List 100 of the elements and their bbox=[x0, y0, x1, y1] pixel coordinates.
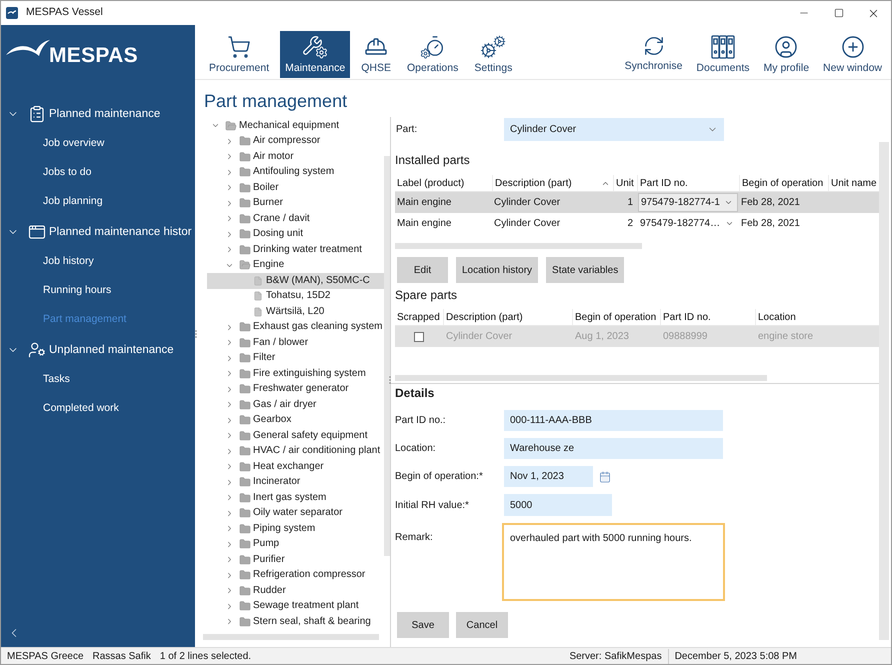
part-dropdown[interactable]: Cylinder Cover bbox=[504, 118, 724, 141]
section-header[interactable]: Unplanned maintenance bbox=[1, 340, 174, 360]
toolbar-button[interactable]: Synchronise bbox=[622, 31, 686, 78]
toolbar-button[interactable]: Settings bbox=[469, 31, 518, 78]
input-field[interactable]: Warehouse ze bbox=[504, 438, 723, 459]
tree-item[interactable]: Engine bbox=[207, 258, 288, 273]
tree-item[interactable]: Gearbox bbox=[207, 412, 296, 428]
chevron-right-icon[interactable] bbox=[225, 245, 234, 254]
action-button[interactable]: State variables bbox=[546, 257, 624, 283]
tree-item[interactable]: Sewage treatment plant bbox=[207, 598, 363, 614]
tree-item[interactable]: Piping system bbox=[207, 521, 320, 536]
column-header[interactable]: Begin of operation bbox=[739, 175, 828, 191]
toolbar-button[interactable]: New window bbox=[820, 31, 885, 78]
action-button[interactable]: Cancel bbox=[456, 612, 508, 638]
column-header[interactable]: Label (product) bbox=[395, 175, 492, 191]
tree-item[interactable]: Pump bbox=[207, 536, 284, 552]
column-header[interactable]: Description (part) bbox=[443, 309, 572, 325]
chevron-right-icon[interactable] bbox=[225, 570, 234, 580]
chevron-right-icon[interactable] bbox=[225, 168, 234, 177]
vertical-scrollbar[interactable] bbox=[384, 156, 390, 556]
tree-item[interactable]: Drinking water treatment bbox=[207, 242, 366, 258]
remark-field[interactable]: overhauled part with 5000 running hours. bbox=[502, 523, 725, 601]
toolbar-button[interactable]: Procurement bbox=[204, 31, 274, 78]
chevron-right-icon[interactable] bbox=[225, 152, 234, 162]
toolbar-button[interactable]: Documents bbox=[693, 31, 753, 78]
section-header[interactable]: Planned maintenance bbox=[1, 104, 160, 124]
tree-item[interactable]: Incinerator bbox=[207, 474, 304, 490]
chevron-right-icon[interactable] bbox=[225, 384, 234, 394]
chevron-right-icon[interactable] bbox=[225, 338, 234, 348]
column-header[interactable]: Description (part) bbox=[492, 175, 613, 191]
column-header[interactable]: Location bbox=[755, 309, 878, 325]
chevron-right-icon[interactable] bbox=[225, 400, 234, 410]
nav-item[interactable]: Jobs to do bbox=[43, 166, 92, 179]
toolbar-button[interactable]: My profile bbox=[760, 31, 812, 78]
tree-item[interactable]: Wärtsilä, L20 bbox=[207, 304, 328, 320]
tree-item[interactable]: Air compressor bbox=[207, 134, 324, 149]
column-header[interactable]: Part ID no. bbox=[660, 309, 755, 325]
tree-item[interactable]: Fire extinguishing system bbox=[207, 366, 370, 382]
tree-item[interactable]: Tohatsu, 15D2 bbox=[207, 288, 334, 304]
tree-item[interactable]: Burner bbox=[207, 196, 288, 211]
input-field[interactable]: Nov 1, 2023 bbox=[504, 466, 593, 487]
tree-item[interactable]: Inert gas system bbox=[207, 490, 330, 506]
column-header[interactable]: Part ID no. bbox=[637, 175, 739, 191]
tree-item[interactable]: Rudder bbox=[207, 583, 290, 598]
tree-item[interactable]: Antifouling system bbox=[207, 164, 338, 180]
input-field[interactable]: 000-111-AAA-BBB bbox=[504, 410, 723, 431]
chevron-right-icon[interactable] bbox=[225, 369, 234, 378]
table-row[interactable]: Main engine Cylinder Cover 1 975479-182774-1 Feb 28, 2021 bbox=[395, 192, 879, 213]
input-field[interactable]: 5000 bbox=[504, 494, 612, 516]
chevron-right-icon[interactable] bbox=[225, 416, 234, 425]
chevron-right-icon[interactable] bbox=[225, 617, 234, 626]
tree-item[interactable]: Fan / blower bbox=[207, 335, 312, 350]
column-header[interactable]: Unit name bbox=[828, 175, 878, 191]
tree-item[interactable]: Freshwater generator bbox=[207, 382, 353, 397]
dropdown-cell[interactable]: 975479-182774… bbox=[638, 214, 738, 233]
chevron-right-icon[interactable] bbox=[225, 478, 234, 487]
column-header[interactable]: Unit bbox=[613, 175, 637, 191]
nav-item[interactable]: Completed work bbox=[43, 402, 119, 415]
tree-item[interactable]: B&W (MAN), S50MC-C bbox=[207, 273, 384, 288]
toolbar-button[interactable]: Maintenance bbox=[280, 31, 350, 78]
chevron-right-icon[interactable] bbox=[225, 431, 234, 440]
tree-item[interactable]: Stern seal, shaft & bearing bbox=[207, 614, 375, 630]
chevron-right-icon[interactable] bbox=[225, 183, 234, 192]
horizontal-scrollbar[interactable] bbox=[203, 634, 379, 640]
nav-item[interactable]: Job overview bbox=[43, 137, 104, 150]
column-header[interactable]: Begin of operation bbox=[572, 309, 660, 325]
tree-item[interactable]: Heat exchanger bbox=[207, 459, 328, 474]
tree-item[interactable]: HVAC / air conditioning plant bbox=[207, 444, 384, 459]
tree-item[interactable]: Mechanical equipment bbox=[207, 118, 344, 134]
chevron-right-icon[interactable] bbox=[225, 493, 234, 502]
tree-item[interactable]: Purifier bbox=[207, 552, 289, 568]
chevron-right-icon[interactable] bbox=[225, 602, 234, 611]
chevron-right-icon[interactable] bbox=[225, 446, 234, 456]
tree-item[interactable]: General safety equipment bbox=[207, 428, 372, 444]
tree-item[interactable]: Gas / air dryer bbox=[207, 397, 320, 412]
chevron-right-icon[interactable] bbox=[225, 555, 234, 564]
tree-item[interactable]: Refrigeration compressor bbox=[207, 568, 370, 583]
chevron-right-icon[interactable] bbox=[225, 230, 234, 239]
section-header[interactable]: Planned maintenance histor bbox=[1, 222, 192, 242]
chevron-right-icon[interactable] bbox=[225, 540, 234, 549]
action-button[interactable]: Edit bbox=[397, 257, 448, 283]
calendar-button[interactable] bbox=[599, 470, 611, 482]
chevron-right-icon[interactable] bbox=[225, 214, 234, 224]
tree-item[interactable]: Air motor bbox=[207, 149, 298, 164]
column-header[interactable]: Scrapped bbox=[395, 309, 443, 325]
toolbar-button[interactable]: QHSE bbox=[356, 31, 396, 78]
chevron-right-icon[interactable] bbox=[225, 354, 234, 363]
tree-item[interactable]: Boiler bbox=[207, 180, 283, 196]
tree-item[interactable]: Dosing unit bbox=[207, 226, 308, 242]
chevron-right-icon[interactable] bbox=[225, 524, 234, 534]
tree-item[interactable]: Filter bbox=[207, 350, 280, 366]
nav-item[interactable]: Job planning bbox=[43, 195, 103, 208]
chevron-right-icon[interactable] bbox=[225, 462, 234, 472]
tree-item[interactable]: Crane / davit bbox=[207, 211, 314, 226]
chevron-right-icon[interactable] bbox=[225, 136, 234, 146]
nav-item[interactable]: Tasks bbox=[43, 373, 70, 386]
chevron-right-icon[interactable] bbox=[225, 586, 234, 596]
tree-item[interactable]: Oily water separator bbox=[207, 506, 346, 521]
action-button[interactable]: Save bbox=[397, 612, 449, 638]
nav-item[interactable]: Running hours bbox=[43, 284, 112, 297]
